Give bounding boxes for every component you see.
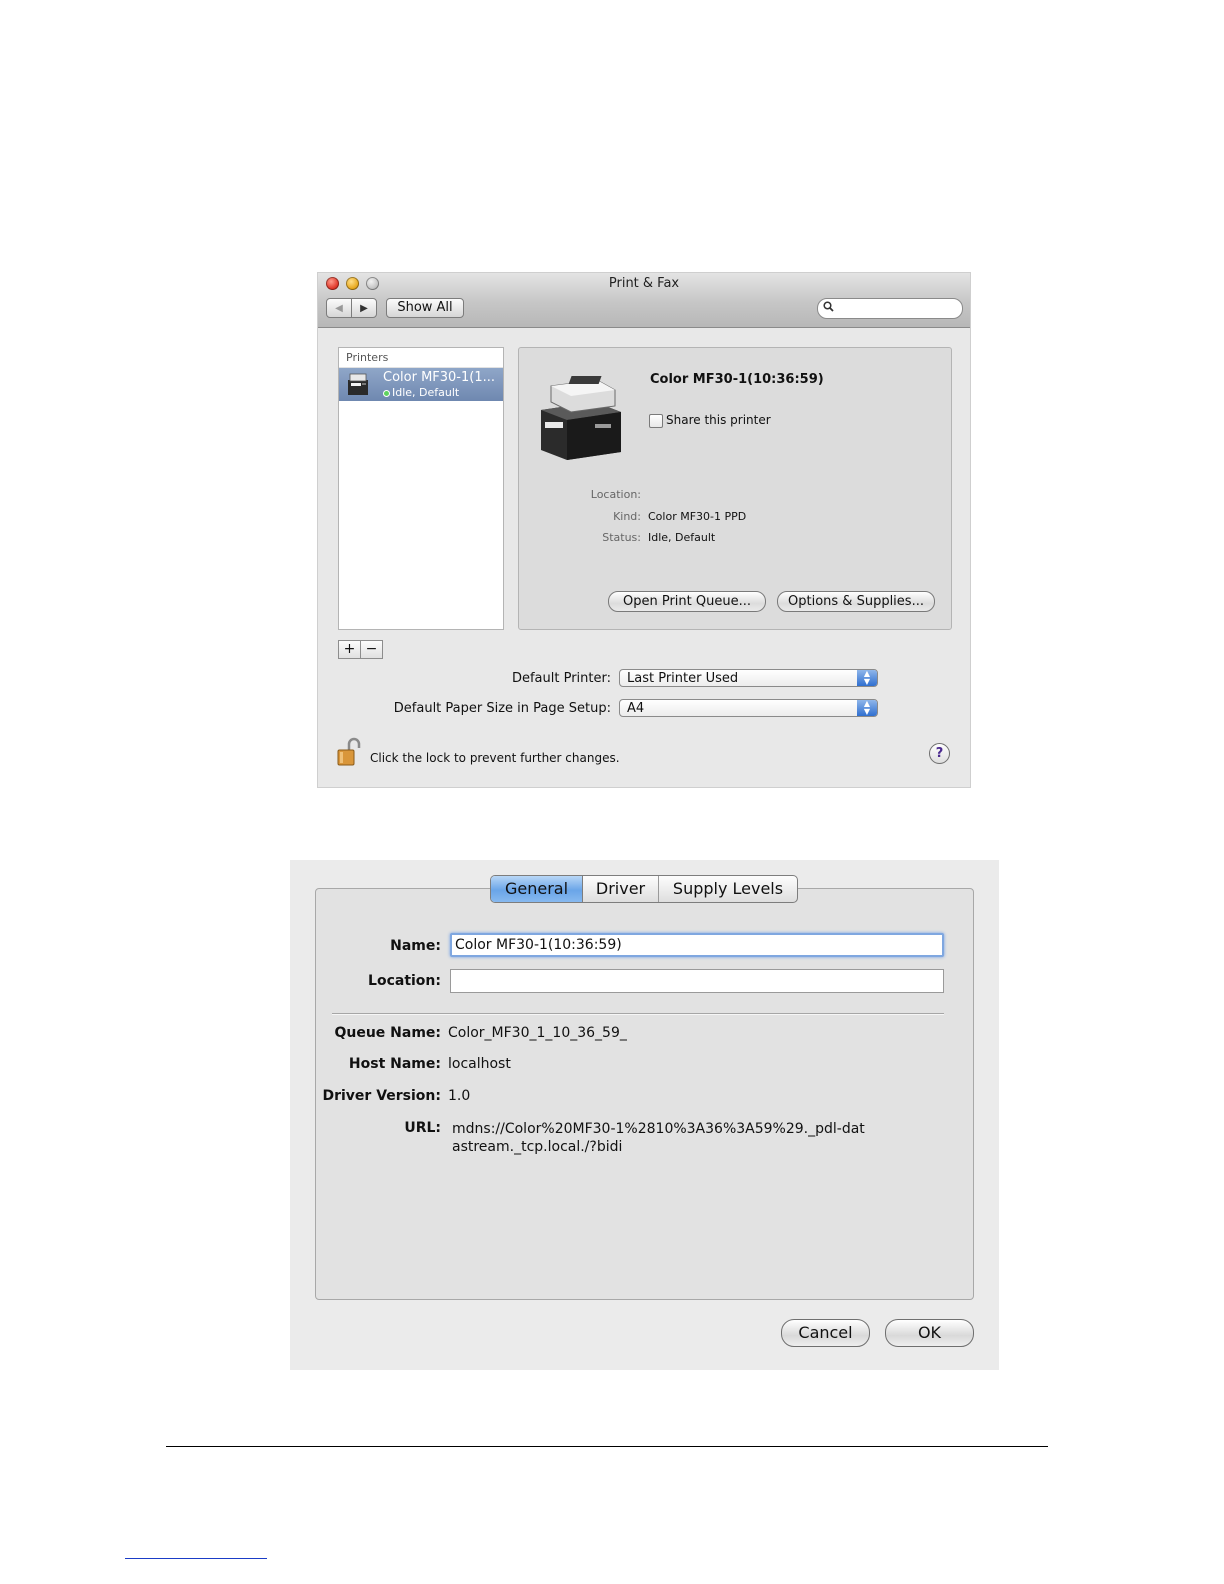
printer-list-item[interactable]: Color MF30-1(1... Idle, Default [339, 368, 503, 401]
queue-name-value: Color_MF30_1_10_36_59_ [448, 1025, 627, 1041]
options-supplies-button[interactable]: Options & Supplies... [777, 591, 935, 612]
chevron-up-down-icon: ▲ ▼ [857, 670, 877, 686]
add-remove-control: + − [338, 640, 383, 659]
printer-list-header: Printers [339, 348, 503, 368]
cancel-button[interactable]: Cancel [781, 1319, 870, 1347]
footnote-rule [125, 1558, 267, 1559]
printer-detail-panel: Color MF30-1(10:36:59) Share this printe… [518, 347, 952, 630]
sheet-location-label: Location: [368, 973, 441, 989]
url-value: mdns://Color%20MF30-1%2810%3A36%3A59%29.… [452, 1121, 865, 1155]
url-label: URL: [404, 1120, 441, 1136]
location-label: Location: [590, 488, 641, 501]
printer-image-icon [541, 376, 621, 460]
status-dot-icon [383, 390, 390, 397]
tab-general[interactable]: General [491, 876, 583, 902]
driver-version-label: Driver Version: [322, 1088, 441, 1104]
footer-rule [166, 1446, 1048, 1447]
back-button[interactable]: ◀ [326, 298, 352, 318]
help-button[interactable]: ? [929, 743, 950, 764]
tab-bar: General Driver Supply Levels [490, 875, 798, 903]
lock-icon[interactable] [336, 737, 362, 767]
tab-driver[interactable]: Driver [583, 876, 659, 902]
default-paper-size-value: A4 [627, 701, 645, 716]
printer-info-sheet: General Driver Supply Levels Name: Locat… [290, 860, 999, 1370]
share-printer-checkbox[interactable] [649, 414, 663, 428]
show-all-button[interactable]: Show All [386, 298, 464, 318]
status-value: Idle, Default [648, 531, 716, 544]
name-field[interactable] [450, 933, 944, 957]
window-title: Print & Fax [608, 276, 680, 291]
printer-icon [348, 373, 368, 395]
remove-printer-button[interactable]: − [361, 641, 382, 658]
printer-list-item-status: Idle, Default [392, 386, 460, 399]
queue-name-label: Queue Name: [334, 1025, 441, 1041]
default-printer-value: Last Printer Used [627, 671, 739, 686]
host-name-value: localhost [448, 1056, 511, 1072]
default-printer-label: Default Printer: [511, 671, 611, 686]
driver-version-value: 1.0 [448, 1088, 471, 1104]
tab-supply-levels[interactable]: Supply Levels [659, 876, 797, 902]
add-printer-button[interactable]: + [339, 641, 361, 658]
share-printer-label[interactable]: Share this printer [666, 413, 771, 427]
print-fax-window: Print & Fax ◀ ▶ Show All Printers Color … [318, 273, 970, 787]
default-paper-size-label: Default Paper Size in Page Setup: [393, 701, 611, 716]
chevron-left-icon: ◀ [335, 302, 343, 314]
printer-list-item-name: Color MF30-1(1... [383, 370, 496, 385]
lock-message: Click the lock to prevent further change… [370, 751, 620, 765]
divider [332, 1013, 944, 1015]
printer-list[interactable]: Printers Color MF30-1(1... Idle, Default [338, 347, 504, 630]
chevron-up-down-icon: ▲ ▼ [857, 700, 877, 716]
location-field[interactable] [450, 969, 944, 993]
ok-button[interactable]: OK [885, 1319, 974, 1347]
title-bar: Print & Fax ◀ ▶ Show All [318, 273, 970, 328]
name-label: Name: [390, 938, 441, 954]
default-paper-size-select[interactable]: A4 ▲ ▼ [619, 699, 878, 717]
kind-value: Color MF30-1 PPD [648, 510, 747, 523]
status-label: Status: [602, 531, 641, 544]
printer-name-heading: Color MF30-1(10:36:59) [650, 372, 824, 387]
forward-button[interactable]: ▶ [351, 298, 377, 318]
search-field[interactable] [817, 298, 963, 319]
kind-label: Kind: [613, 510, 641, 523]
search-icon [823, 301, 834, 315]
open-print-queue-button[interactable]: Open Print Queue... [608, 591, 766, 612]
chevron-right-icon: ▶ [360, 302, 368, 314]
host-name-label: Host Name: [348, 1056, 441, 1072]
default-printer-select[interactable]: Last Printer Used ▲ ▼ [619, 669, 878, 687]
